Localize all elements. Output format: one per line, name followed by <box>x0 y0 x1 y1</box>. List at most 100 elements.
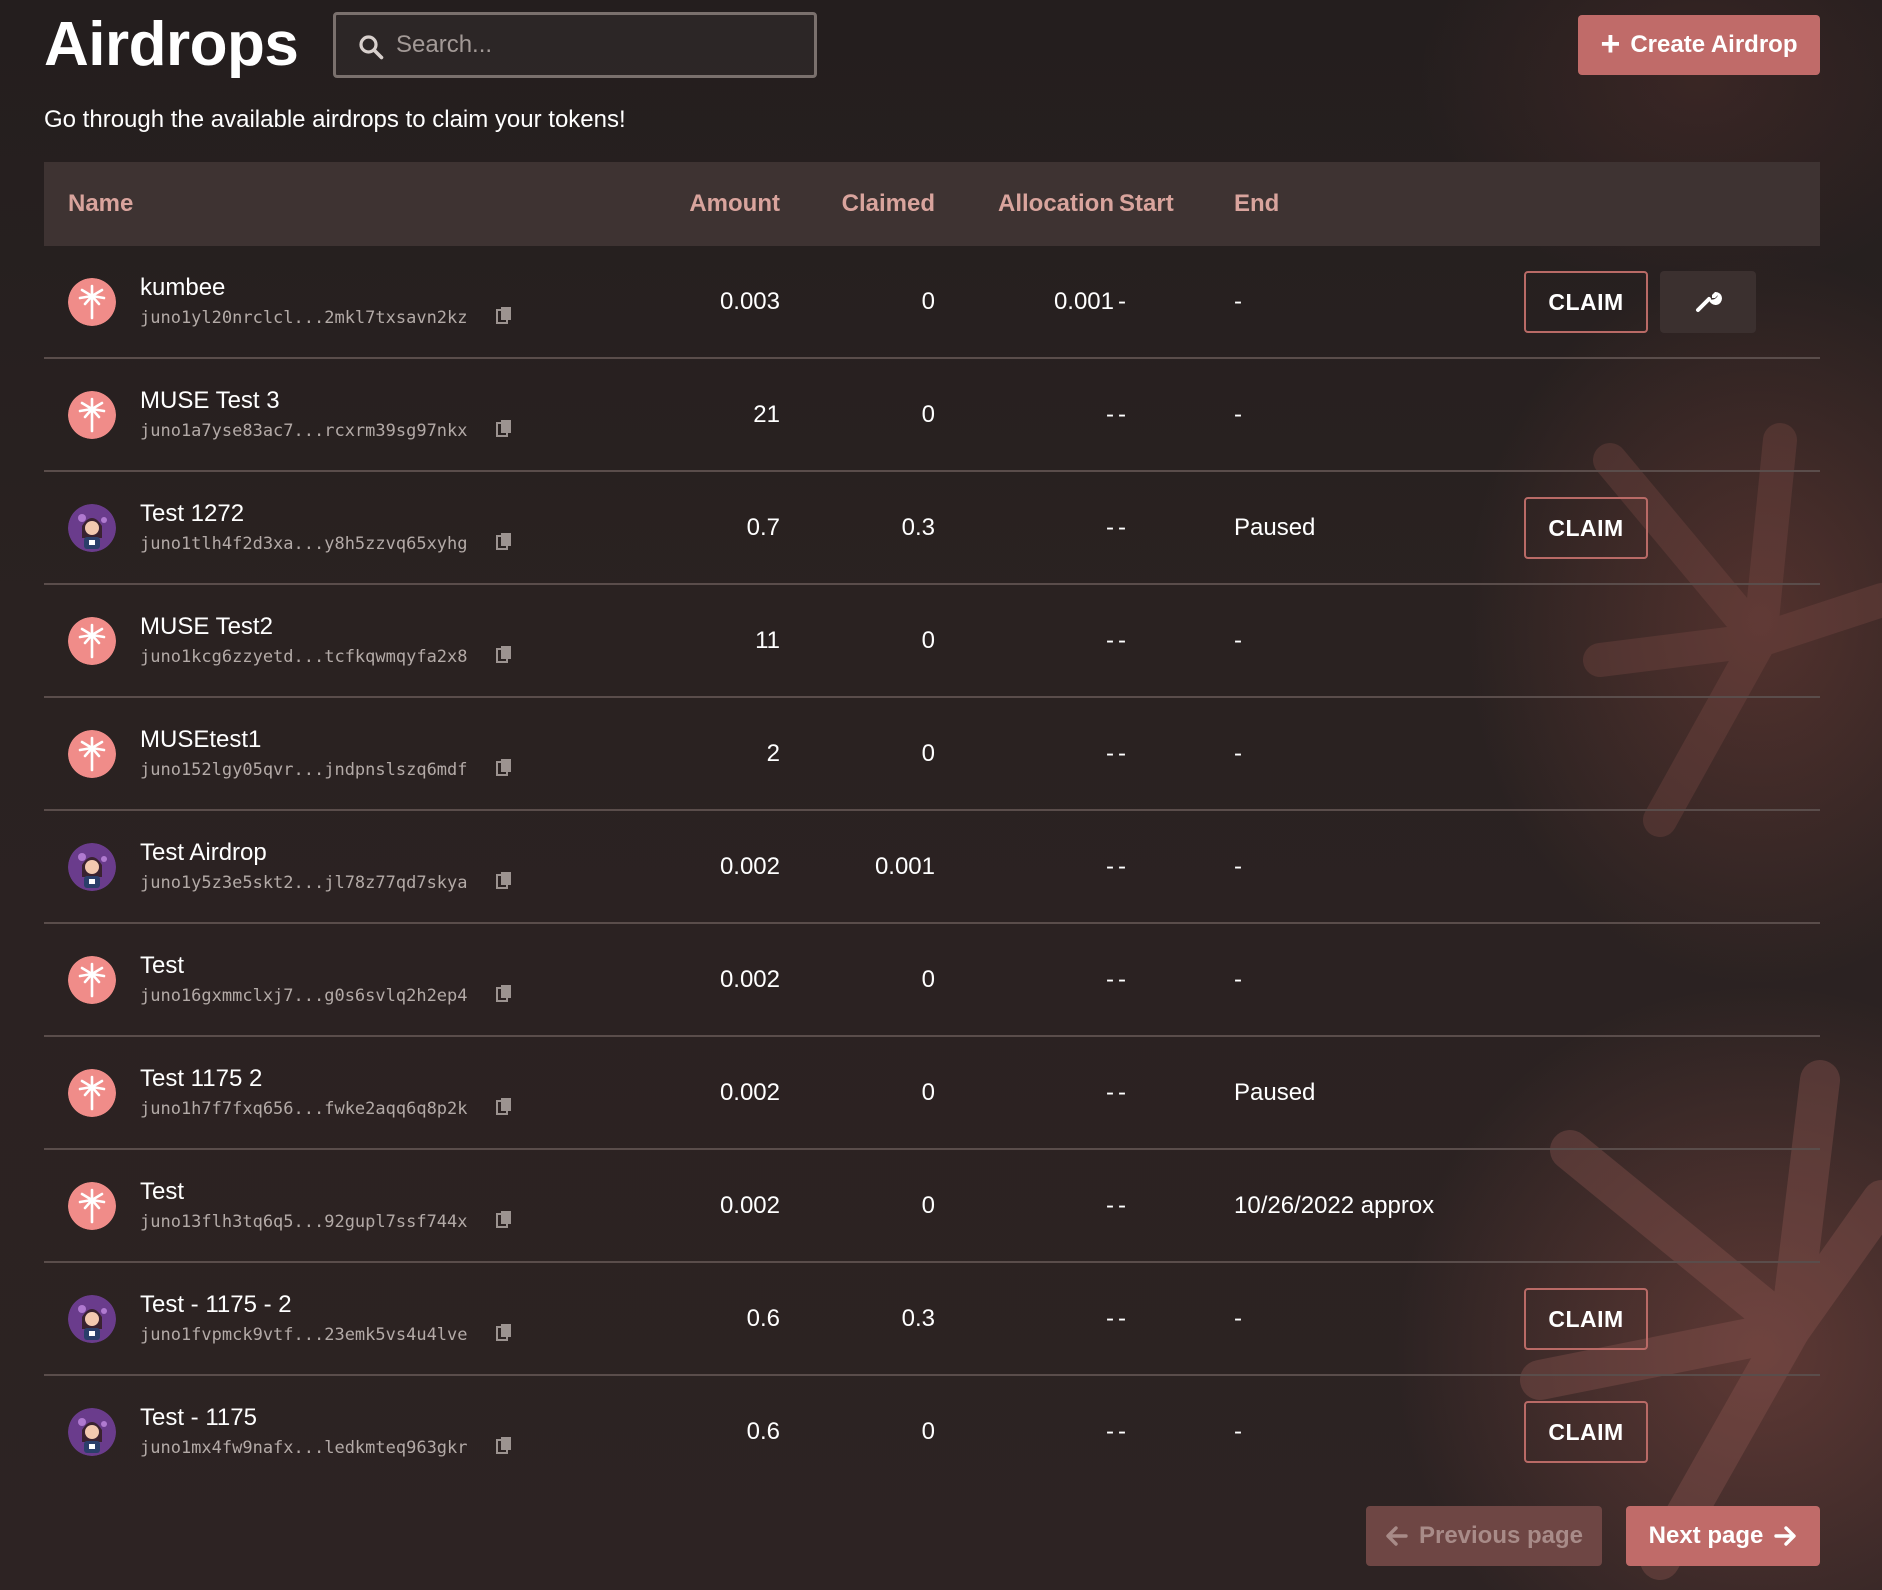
claim-button[interactable]: CLAIM <box>1524 271 1648 333</box>
end-value: - <box>1234 401 1242 428</box>
copy-icon[interactable] <box>496 645 512 663</box>
start-value: - <box>1118 1192 1126 1219</box>
previous-page-button[interactable]: Previous page <box>1366 1506 1602 1566</box>
end-value: - <box>1234 853 1242 880</box>
amount-value: 0.6 <box>746 1418 780 1445</box>
amount-value: 0.002 <box>719 1192 780 1219</box>
copy-icon[interactable] <box>496 306 512 324</box>
contract-address: juno1kcg6zzyetd...tcfkqwmqyfa2x8 <box>140 647 468 667</box>
copy-icon[interactable] <box>496 871 512 889</box>
table-body: kumbee juno1yl20nrclcl...2mkl7txsavn2kz 0.… <box>44 246 1820 1489</box>
page-title: Airdrops <box>44 10 299 79</box>
plus-icon: + <box>1600 24 1621 63</box>
copy-icon[interactable] <box>496 419 512 437</box>
search-input[interactable] <box>396 15 796 75</box>
copy-icon[interactable] <box>496 1323 512 1341</box>
avatar-character-icon <box>68 843 116 891</box>
allocation-value: - <box>1106 966 1114 993</box>
start-value: - <box>1118 1079 1126 1106</box>
next-page-label: Next page <box>1648 1522 1764 1549</box>
copy-icon[interactable] <box>496 1436 512 1454</box>
airdrops-table: Name Amount Claimed Allocation Start End… <box>44 162 1820 1489</box>
start-value: - <box>1118 1418 1126 1445</box>
airdrop-name: MUSEtest1 <box>140 726 262 753</box>
create-airdrop-button[interactable]: + Create Airdrop <box>1578 15 1820 75</box>
copy-icon[interactable] <box>496 984 512 1002</box>
allocation-value: - <box>1106 740 1114 767</box>
page-header: Airdrops + Create Airdrop <box>44 12 1820 78</box>
palm-tree-icon <box>68 956 116 1004</box>
claimed-value: 0 <box>921 1192 935 1219</box>
start-value: - <box>1118 966 1126 993</box>
end-value: - <box>1234 1418 1242 1445</box>
allocation-value: - <box>1106 853 1114 880</box>
avatar-character-icon <box>68 1295 116 1343</box>
claim-button[interactable]: CLAIM <box>1524 1288 1648 1350</box>
contract-address: juno1tlh4f2d3xa...y8h5zzvq65xyhg <box>140 534 468 554</box>
next-page-button[interactable]: Next page <box>1626 1506 1820 1566</box>
copy-icon[interactable] <box>496 1097 512 1115</box>
table-row: Test 1272 juno1tlh4f2d3xa...y8h5zzvq65xyh… <box>44 472 1820 585</box>
table-row: Test Airdrop juno1y5z3e5skt2...jl78z77qd7… <box>44 811 1820 924</box>
airdrop-name: Test 1272 <box>140 500 245 527</box>
table-row: MUSEtest1 juno152lgy05qvr...jndpnslszq6md… <box>44 698 1820 811</box>
contract-address: juno16gxmmclxj7...g0s6svlq2h2ep4 <box>140 986 468 1006</box>
table-row: kumbee juno1yl20nrclcl...2mkl7txsavn2kz 0.… <box>44 246 1820 359</box>
start-value: - <box>1118 288 1126 315</box>
claim-button[interactable]: CLAIM <box>1524 1401 1648 1463</box>
claimed-value: 0 <box>921 401 935 428</box>
amount-value: 11 <box>755 627 780 654</box>
copy-icon[interactable] <box>496 758 512 776</box>
airdrop-name: MUSE Test2 <box>140 613 273 640</box>
column-header-start: Start <box>1119 190 1174 217</box>
copy-icon[interactable] <box>496 1210 512 1228</box>
create-airdrop-label: Create Airdrop <box>1630 31 1798 58</box>
claim-button[interactable]: CLAIM <box>1524 497 1648 559</box>
table-row: MUSE Test 3 juno1a7yse83ac7...rcxrm39sg97… <box>44 359 1820 472</box>
airdrop-name: Test 1175 2 <box>140 1065 263 1092</box>
allocation-value: - <box>1106 1192 1114 1219</box>
copy-icon[interactable] <box>496 532 512 550</box>
claimed-value: 0 <box>921 1418 935 1445</box>
column-header-claimed: Claimed <box>841 190 935 217</box>
column-header-end: End <box>1234 190 1280 217</box>
amount-value: 2 <box>766 740 780 767</box>
search-box[interactable] <box>333 12 817 78</box>
amount-value: 0.002 <box>719 853 780 880</box>
contract-address: juno1h7f7fxq656...fwke2aqq6q8p2k <box>140 1099 468 1119</box>
allocation-value: - <box>1106 1305 1114 1332</box>
end-value: - <box>1234 288 1242 315</box>
allocation-value: - <box>1106 627 1114 654</box>
end-value: - <box>1234 1305 1242 1332</box>
palm-tree-icon <box>68 1069 116 1117</box>
edit-airdrop-button[interactable] <box>1660 271 1756 333</box>
start-value: - <box>1118 514 1126 541</box>
claimed-value: 0.3 <box>901 514 935 541</box>
table-row: Test juno13flh3tq6q5...92gupl7ssf744x 0.00… <box>44 1150 1820 1263</box>
allocation-value: - <box>1106 1418 1114 1445</box>
arrow-right-icon <box>1774 1526 1797 1546</box>
wrench-icon <box>1694 286 1722 319</box>
end-value: - <box>1234 740 1242 767</box>
table-row: Test - 1175 - 2 juno1fvpmck9vtf...23emk5v… <box>44 1263 1820 1376</box>
arrow-left-icon <box>1386 1526 1408 1546</box>
contract-address: juno1y5z3e5skt2...jl78z77qd7skya <box>140 873 468 893</box>
airdrop-name: Test <box>140 1178 185 1205</box>
table-row: Test 1175 2 juno1h7f7fxq656...fwke2aqq6q8… <box>44 1037 1820 1150</box>
column-header-name: Name <box>68 190 134 217</box>
pagination: Previous page Next page <box>1366 1506 1820 1566</box>
allocation-value: - <box>1106 1079 1114 1106</box>
contract-address: juno13flh3tq6q5...92gupl7ssf744x <box>140 1212 468 1232</box>
airdrops-page: Airdrops + Create Airdrop Go through the… <box>44 0 1820 1590</box>
claimed-value: 0 <box>921 740 935 767</box>
start-value: - <box>1118 740 1126 767</box>
airdrop-name: MUSE Test 3 <box>140 387 280 414</box>
claimed-value: 0 <box>921 288 935 315</box>
claimed-value: 0 <box>921 966 935 993</box>
avatar-character-icon <box>68 504 116 552</box>
search-icon <box>359 35 384 60</box>
column-header-amount: Amount <box>689 190 780 217</box>
amount-value: 0.7 <box>746 514 780 541</box>
column-header-allocation: Allocation <box>997 190 1114 217</box>
table-row: MUSE Test2 juno1kcg6zzyetd...tcfkqwmqyfa2… <box>44 585 1820 698</box>
